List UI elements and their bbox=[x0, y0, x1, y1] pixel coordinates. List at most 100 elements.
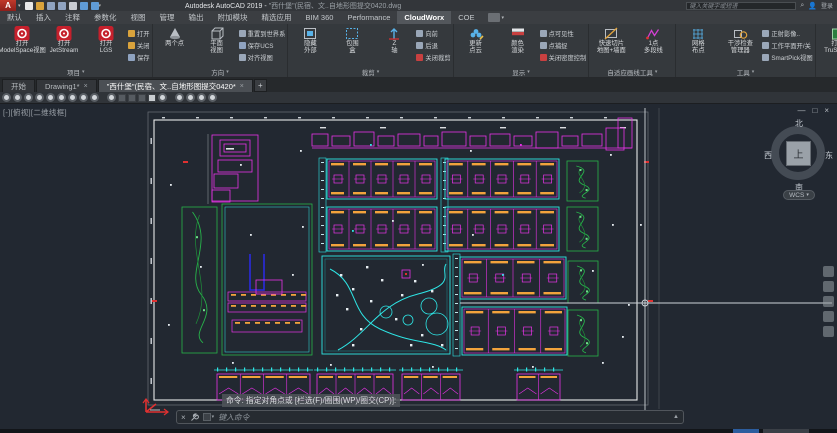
ribbon-tab-bim-360[interactable]: BIM 360 bbox=[299, 11, 341, 24]
user-icon[interactable]: 👤 bbox=[808, 2, 817, 10]
file-tab[interactable]: 开始 bbox=[2, 79, 35, 92]
navbar-tool-icon[interactable] bbox=[823, 326, 834, 337]
ribbon-small-button-后退[interactable]: 后退 bbox=[416, 39, 450, 51]
layer-bulb-icon[interactable] bbox=[175, 93, 184, 102]
command-expand-icon[interactable]: ▲ bbox=[673, 414, 679, 420]
redo-icon[interactable] bbox=[91, 2, 99, 10]
plot-icon[interactable] bbox=[69, 2, 77, 10]
panel-expand-icon[interactable]: ▾ bbox=[377, 69, 380, 75]
ribbon-small-button-对齐视图[interactable]: 对齐视图 bbox=[239, 51, 286, 63]
ribbon-small-button-点可见性[interactable]: 点可见性 bbox=[540, 27, 587, 39]
ribbon-small-button-向前[interactable]: 向前 bbox=[416, 27, 450, 39]
layer-bulb-icon[interactable] bbox=[68, 93, 77, 102]
undo-icon[interactable] bbox=[80, 2, 88, 10]
ribbon-small-button-点捕捉[interactable]: 点捕捉 bbox=[540, 39, 587, 51]
ribbon-tab-管理[interactable]: 管理 bbox=[153, 11, 182, 24]
navbar-tool-icon[interactable] bbox=[823, 281, 834, 292]
layer-bulb-icon[interactable] bbox=[24, 93, 33, 102]
panel-expand-icon[interactable]: ▾ bbox=[655, 69, 658, 75]
ribbon-button-更新点云[interactable]: 更新点云 bbox=[456, 25, 496, 55]
ribbon-button-干涉检查管理器[interactable]: 干涉检查管理器 bbox=[720, 25, 760, 55]
toolbar-icon[interactable] bbox=[148, 94, 156, 102]
layer-bulb-icon[interactable] bbox=[197, 93, 206, 102]
ribbon-tab-附加模块[interactable]: 附加模块 bbox=[211, 11, 255, 24]
close-icon[interactable]: × bbox=[824, 106, 829, 115]
open-icon[interactable] bbox=[36, 2, 44, 10]
ribbon-small-button-打开[interactable]: 打开 bbox=[128, 27, 150, 39]
save-as-icon[interactable] bbox=[58, 2, 66, 10]
layer-bulb-icon[interactable] bbox=[107, 93, 116, 102]
viewcube-top-face[interactable]: 上 bbox=[786, 141, 811, 166]
ribbon-button-平面视图[interactable]: 平面视图 bbox=[197, 25, 237, 55]
file-tab[interactable]: Drawing1*× bbox=[36, 79, 97, 92]
ribbon-button-网格布点[interactable]: 网格布点 bbox=[678, 25, 718, 55]
panel-expand-icon[interactable]: ▾ bbox=[752, 69, 755, 75]
ribbon-tab-performance[interactable]: Performance bbox=[340, 11, 397, 24]
minimize-icon[interactable]: — bbox=[797, 106, 805, 115]
layer-bulb-icon[interactable] bbox=[186, 93, 195, 102]
ribbon-button-打开ModelSpace视图[interactable]: 打开ModelSpace视图 bbox=[2, 25, 42, 55]
model-space-canvas[interactable]: [-][俯视][二维线框] —□× 北 东 南 西 上 WCS ▾ 命令: 指定… bbox=[0, 104, 837, 429]
ribbon-tab-输出[interactable]: 输出 bbox=[182, 11, 211, 24]
ribbon-button-打开LGS[interactable]: 打开LGS bbox=[86, 25, 126, 55]
navbar-tool-icon[interactable] bbox=[823, 311, 834, 322]
panel-expand-icon[interactable]: ▾ bbox=[226, 69, 229, 75]
toolbar-icon[interactable] bbox=[128, 94, 136, 102]
layer-bulb-icon[interactable] bbox=[2, 93, 11, 102]
help-search-input[interactable]: 键入关键字或短语 bbox=[686, 2, 796, 10]
search-icon[interactable]: ⌕ bbox=[800, 2, 804, 10]
qat-dropdown-icon[interactable]: ▾ bbox=[99, 3, 102, 9]
ribbon-button-包围盒[interactable]: 包围盒 bbox=[332, 25, 372, 55]
layer-bulb-icon[interactable] bbox=[46, 93, 55, 102]
ribbon-tab-插入[interactable]: 插入 bbox=[29, 11, 58, 24]
ribbon-small-button-保存UCS[interactable]: 保存UCS bbox=[239, 39, 286, 51]
ribbon-tab-注释[interactable]: 注释 bbox=[58, 11, 87, 24]
viewcube[interactable]: 北 东 南 西 上 WCS ▾ bbox=[767, 120, 831, 198]
sign-in-link[interactable]: 登录 bbox=[821, 1, 833, 10]
tab-close-icon[interactable]: × bbox=[84, 83, 88, 90]
layer-bulb-icon[interactable] bbox=[90, 93, 99, 102]
viewcube-west[interactable]: 西 bbox=[764, 150, 772, 161]
save-icon[interactable] bbox=[47, 2, 55, 10]
layer-bulb-icon[interactable] bbox=[208, 93, 217, 102]
layer-bulb-icon[interactable] bbox=[35, 93, 44, 102]
command-line-bar[interactable]: × ▾ ▲ bbox=[176, 410, 684, 424]
ribbon-button-打开JetStream[interactable]: 打开JetStream bbox=[44, 25, 84, 55]
toolbar-icon[interactable] bbox=[138, 94, 146, 102]
ribbon-button-两个点[interactable]: 两个点 bbox=[155, 25, 195, 48]
ribbon-tab-默认[interactable]: 默认 bbox=[0, 11, 29, 24]
toolbar-icon[interactable] bbox=[118, 94, 126, 102]
ribbon-tab-coe[interactable]: COE bbox=[451, 11, 481, 24]
ribbon-tab-参数化[interactable]: 参数化 bbox=[87, 11, 124, 24]
app-menu-caret-icon[interactable]: ▾ bbox=[18, 3, 21, 9]
tab-overflow-icon[interactable] bbox=[488, 13, 500, 22]
panel-expand-icon[interactable]: ▾ bbox=[82, 69, 85, 75]
ribbon-small-button-工作平面开-关[interactable]: 工作平面开/关 bbox=[762, 39, 812, 51]
ribbon-small-button-重置到世界系[interactable]: 重置到世界系 bbox=[239, 27, 286, 39]
ribbon-tab-精选应用[interactable]: 精选应用 bbox=[255, 11, 299, 24]
new-icon[interactable] bbox=[25, 2, 33, 10]
ribbon-button-隐藏外部[interactable]: 隐藏外部 bbox=[290, 25, 330, 55]
ribbon-button-打开TruSpace[interactable]: 打开TruSpace bbox=[818, 25, 837, 55]
wcs-dropdown[interactable]: WCS ▾ bbox=[783, 190, 815, 200]
layer-bulb-icon[interactable] bbox=[57, 93, 66, 102]
ribbon-tab-cloudworx[interactable]: CloudWorx bbox=[397, 11, 451, 24]
new-tab-button[interactable]: + bbox=[254, 79, 267, 92]
tab-close-icon[interactable]: × bbox=[240, 83, 244, 90]
ribbon-button-1点多段线[interactable]: 1点多段线 bbox=[633, 25, 673, 55]
ribbon-tab-视图[interactable]: 视图 bbox=[124, 11, 153, 24]
layer-bulb-icon[interactable] bbox=[79, 93, 88, 102]
ribbon-button-快速切片地图+墙面[interactable]: 快速切片地图+墙面 bbox=[591, 25, 631, 55]
ribbon-small-button-关闭裁剪[interactable]: 关闭裁剪 bbox=[416, 51, 450, 63]
file-tab[interactable]: "西什堡"(民宿、文..自地形图提交0420*× bbox=[98, 79, 253, 92]
cad-site-plan-drawing[interactable] bbox=[0, 104, 837, 429]
recent-commands-chip[interactable]: ▾ bbox=[203, 413, 215, 421]
command-close-icon[interactable]: × bbox=[181, 413, 186, 422]
viewport-controls[interactable]: [-][俯视][二维线框] bbox=[3, 107, 67, 118]
command-input[interactable] bbox=[218, 413, 669, 422]
layer-bulb-icon[interactable] bbox=[13, 93, 22, 102]
ribbon-button-Z轴[interactable]: Z轴 bbox=[374, 25, 414, 55]
navbar-tool-icon[interactable] bbox=[823, 296, 834, 307]
ribbon-small-button-关闭[interactable]: 关闭 bbox=[128, 39, 150, 51]
navbar-tool-icon[interactable] bbox=[823, 266, 834, 277]
